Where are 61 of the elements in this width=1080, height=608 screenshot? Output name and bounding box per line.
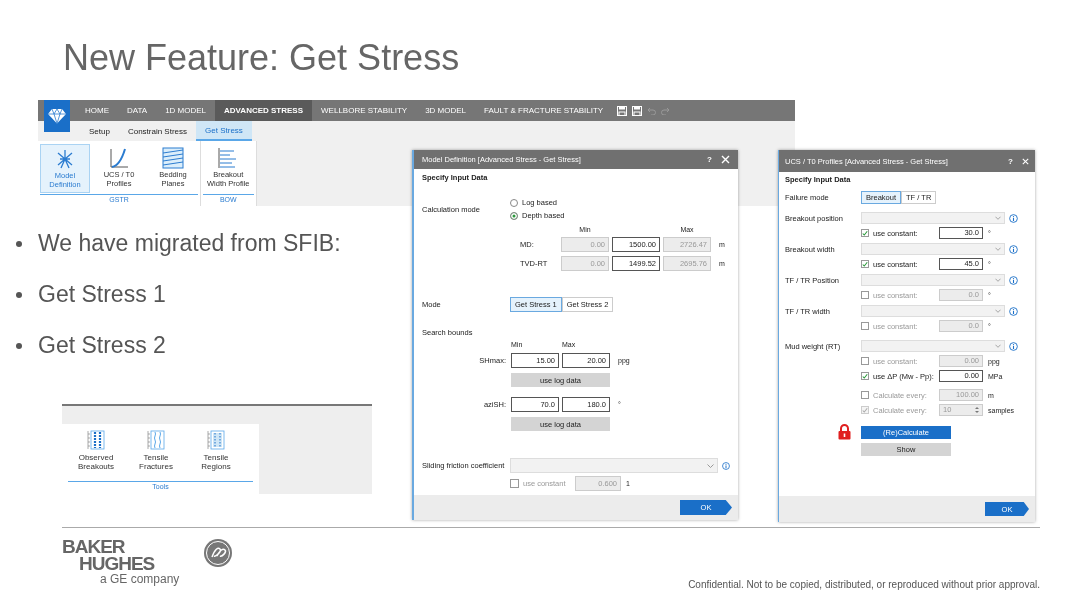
bullet-text: We have migrated from SFIB: [38,230,341,257]
chevron-down-icon [995,216,1001,220]
help-button[interactable]: ? [707,155,712,165]
chevron-down-icon [995,344,1001,348]
bullet-text: Get Stress 2 [38,332,166,359]
layers-icon [162,147,184,169]
radio-button[interactable] [510,211,518,220]
checkbox[interactable] [861,322,869,330]
save-icon[interactable] [632,105,643,116]
checkbox[interactable] [861,372,869,380]
chevron-down-icon [707,463,714,468]
chevron-down-icon [995,309,1001,313]
breakout-log-icon [87,430,105,450]
close-icon[interactable] [721,155,730,165]
checkbox[interactable] [861,291,869,299]
checkbox[interactable] [861,357,869,365]
checkbox[interactable] [510,479,519,489]
ribbon-subtab[interactable]: Constrain Stress [118,121,197,141]
ribbon-tab[interactable]: FAULT & FRACTURE STABILITY [475,100,613,121]
ribbon-subtab[interactable]: Get Stress [196,121,252,141]
ribbon-tab[interactable]: HOME [76,100,118,121]
radio-button[interactable] [510,198,518,207]
checkbox[interactable] [861,391,869,399]
ribbon-tab[interactable]: DATA [118,100,157,121]
save-icon[interactable] [617,105,628,116]
company-logo: BAKER HUGHES a GE company [62,538,180,586]
info-icon[interactable] [1009,244,1018,254]
info-icon[interactable] [1009,341,1018,351]
ribbon-subtab[interactable]: Setup [80,121,119,141]
info-icon[interactable] [1009,275,1018,285]
chevron-down-icon [995,247,1001,251]
close-icon[interactable] [1022,157,1029,165]
chevron-down-icon [995,278,1001,282]
checkbox[interactable] [861,260,869,268]
undo-icon[interactable] [647,106,657,115]
confidentiality-notice: Confidential. Not to be copied, distributed, or reproduced without prior approval. [688,579,1040,590]
region-log-icon [207,430,225,450]
ribbon-button[interactable]: Observed Breakouts [68,427,124,472]
ribbon-button[interactable]: Tensile Fractures [128,427,184,472]
info-icon[interactable] [1009,306,1018,316]
fracture-log-icon [147,430,165,450]
padlock-icon [838,424,851,440]
ribbon-tab[interactable]: 1D MODEL [156,100,216,121]
checkbox[interactable] [861,229,869,237]
ribbon-tab[interactable]: WELLBORE STABILITY [312,100,417,121]
bullet-dot [16,342,22,349]
bullet-dot [16,291,22,298]
ribbon-tab[interactable]: ADVANCED STRESS [215,100,313,121]
redo-icon[interactable] [661,106,671,115]
info-icon[interactable] [722,460,730,471]
info-icon[interactable] [1009,213,1018,223]
bullet-dot [16,240,22,247]
emblem-icon [203,538,234,568]
slide-title: New Feature: Get Stress [63,37,460,79]
spinner-arrows-icon[interactable] [975,406,979,414]
diamond-logo-icon [44,100,70,132]
bullet-text: Get Stress 1 [38,281,166,308]
ribbon-button[interactable]: Tensile Regions [188,427,244,472]
curve-chart-icon [108,147,130,169]
help-button[interactable]: ? [1008,156,1013,166]
ribbon-tab[interactable]: 3D MODEL [416,100,476,121]
